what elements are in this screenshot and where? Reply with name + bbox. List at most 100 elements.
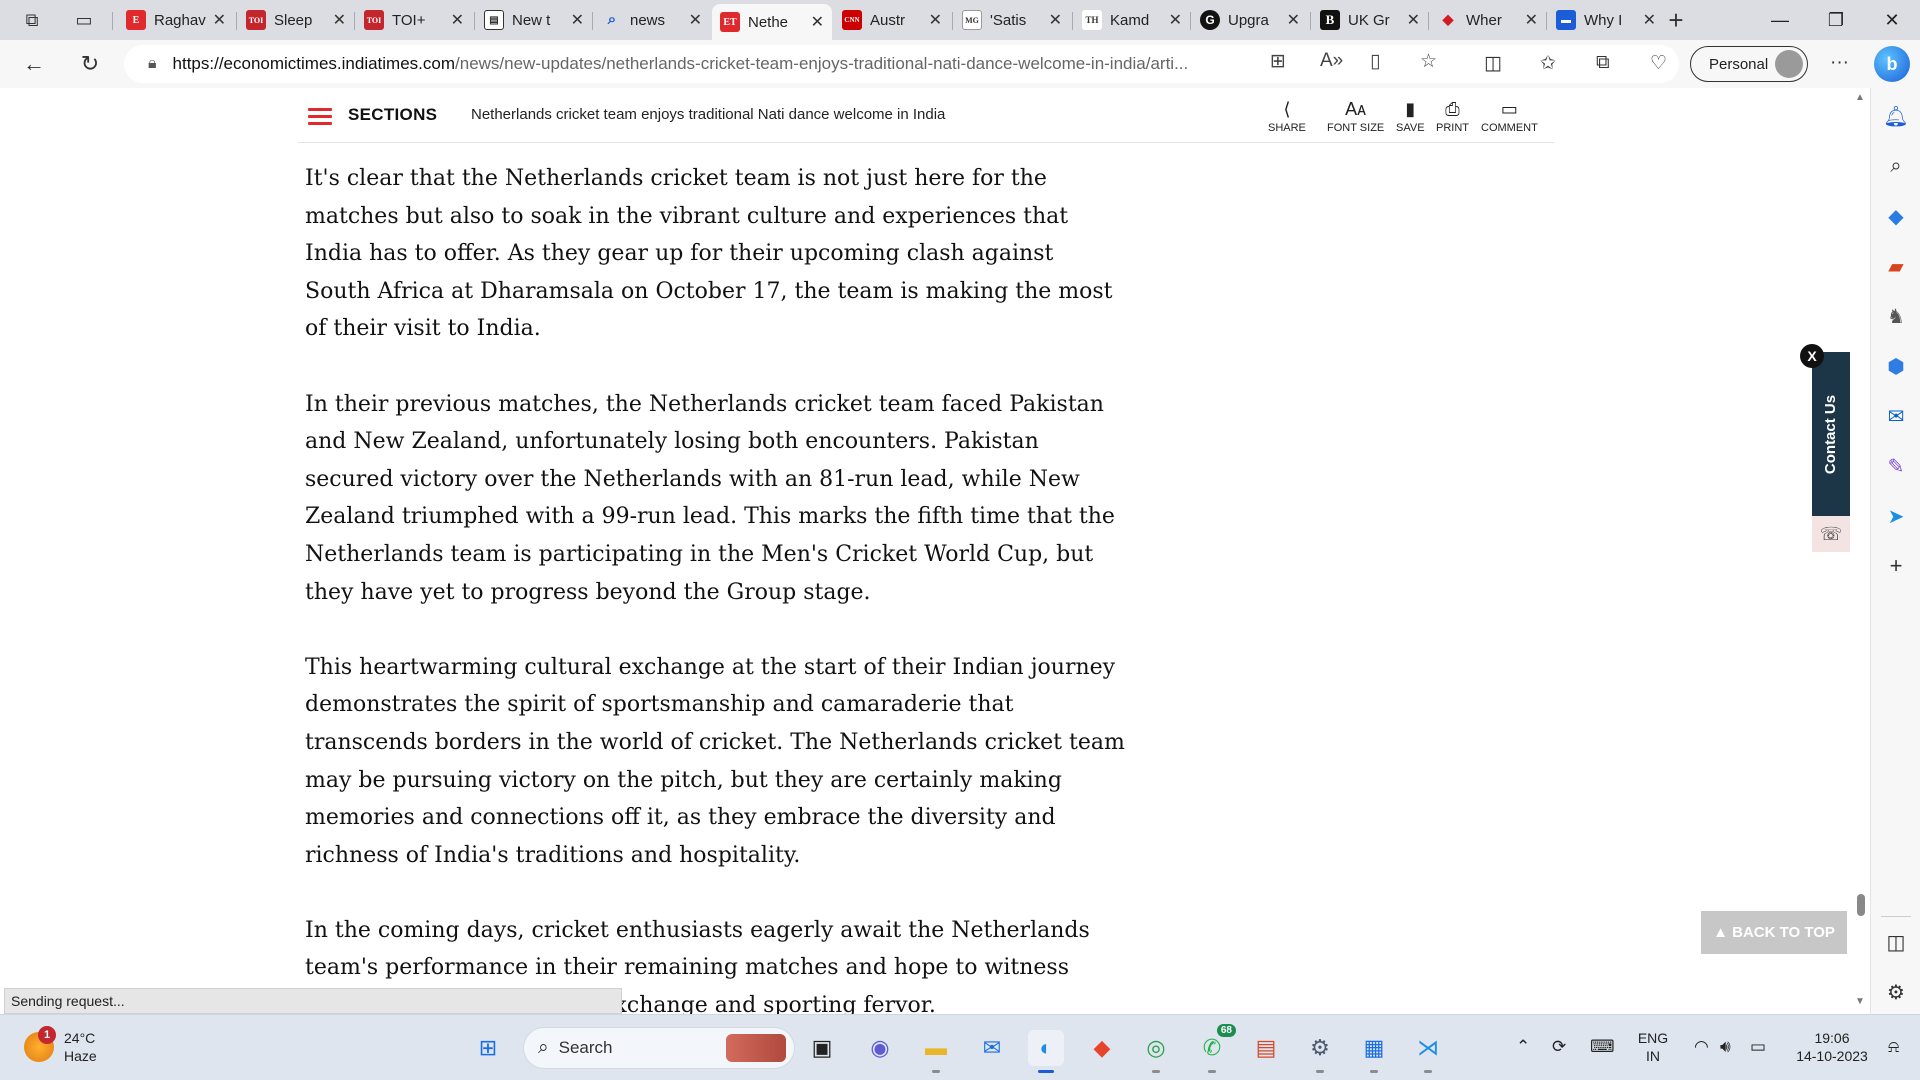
save-button[interactable]: ▮ SAVE: [1396, 98, 1425, 134]
notification-center-icon[interactable]: ⍾: [1888, 1037, 1899, 1057]
tab-3[interactable]: ▤ New t ✕: [476, 4, 592, 36]
new-tab-icon[interactable]: +: [1660, 4, 1692, 36]
tab-close-icon[interactable]: ✕: [1525, 10, 1538, 30]
shopping-tag-icon[interactable]: ◆: [1871, 196, 1920, 236]
notifications-bell-icon[interactable]: 🔔︎: [1871, 96, 1920, 136]
tools-briefcase-icon[interactable]: ▰: [1871, 246, 1920, 286]
settings-gear-icon[interactable]: ⚙: [1871, 972, 1920, 1012]
keyboard-icon[interactable]: ⌨: [1590, 1037, 1615, 1057]
task-view-icon[interactable]: ▣: [804, 1030, 840, 1066]
microsoft-365-icon[interactable]: ⬢: [1871, 346, 1920, 386]
battery-icon[interactable]: ▭: [1750, 1037, 1766, 1057]
tab-actions-icon[interactable]: ▭: [66, 4, 102, 36]
refresh-icon[interactable]: ↻: [72, 48, 108, 80]
tab-close-icon[interactable]: ✕: [811, 12, 824, 32]
favorites-icon[interactable]: ✩: [1540, 52, 1556, 75]
file-explorer-icon[interactable]: ▬: [918, 1030, 954, 1073]
mail-icon[interactable]: ✉: [974, 1030, 1010, 1066]
tab-1[interactable]: TOI Sleep ✕: [238, 4, 354, 36]
menu-icon[interactable]: [308, 108, 332, 126]
article-paragraph: This heartwarming cultural exchange at t…: [305, 654, 1125, 868]
contact-close-button[interactable]: X: [1800, 344, 1824, 368]
scroll-up-icon[interactable]: ▲: [1855, 92, 1865, 103]
close-window-icon[interactable]: ✕: [1864, 0, 1920, 40]
collections-icon[interactable]: ⧉: [1596, 52, 1610, 74]
pdf-reader-icon[interactable]: ▤: [1248, 1030, 1284, 1066]
page-scrollbar[interactable]: ▲ ▼: [1850, 88, 1870, 1014]
split-screen-icon[interactable]: ◫: [1484, 52, 1502, 75]
tab-active[interactable]: ET Nethe ✕: [712, 4, 832, 40]
tab-strip: ⧉ ▭ E Raghav ✕ TOI Sleep ✕ TOI TOI+ ✕ ▤ …: [0, 0, 1920, 40]
start-windows-icon[interactable]: ⊞: [470, 1030, 506, 1066]
tab-4[interactable]: ⌕ news ✕: [594, 4, 710, 36]
edge-browser-icon[interactable]: ◐: [1028, 1030, 1064, 1073]
profile-button[interactable]: Personal: [1690, 46, 1808, 82]
headset-icon[interactable]: ☏: [1812, 516, 1850, 552]
tab-close-icon[interactable]: ✕: [689, 10, 702, 30]
address-bar[interactable]: 🔒︎ https://economictimes.indiatimes.com /…: [124, 45, 1679, 83]
tab-6[interactable]: CNN Austr ✕: [834, 4, 950, 36]
tab-0[interactable]: E Raghav ✕: [118, 4, 234, 36]
read-aloud-icon[interactable]: A»: [1320, 50, 1343, 72]
tab-close-icon[interactable]: ✕: [929, 10, 942, 30]
tab-8[interactable]: TH Kamd ✕: [1074, 4, 1190, 36]
weather-widget[interactable]: 1 24°C Haze: [24, 1026, 97, 1065]
search-icon[interactable]: ⌕: [1871, 146, 1920, 186]
sync-icon[interactable]: ⟳: [1552, 1037, 1566, 1057]
tab-11[interactable]: ◆ Wher ✕: [1430, 4, 1546, 36]
tab-9[interactable]: G Upgra ✕: [1192, 4, 1308, 36]
more-menu-icon[interactable]: ···: [1830, 52, 1849, 74]
add-sidebar-app-icon[interactable]: +: [1871, 546, 1920, 586]
tab-close-icon[interactable]: ✕: [1169, 10, 1182, 30]
tab-2[interactable]: TOI TOI+ ✕: [356, 4, 472, 36]
settings-gear-icon[interactable]: ⚙: [1302, 1030, 1338, 1073]
tab-7[interactable]: MG 'Satis ✕: [954, 4, 1070, 36]
clock[interactable]: 19:06 14-10-2023: [1782, 1029, 1882, 1065]
tab-close-icon[interactable]: ✕: [1049, 10, 1062, 30]
whatsapp-icon[interactable]: ✆ 68: [1194, 1024, 1236, 1073]
language-indicator[interactable]: ENG IN: [1636, 1029, 1670, 1065]
copilot-icon[interactable]: b: [1874, 46, 1910, 82]
share-button[interactable]: ⟨ SHARE: [1268, 98, 1306, 134]
back-icon[interactable]: ←: [16, 48, 52, 80]
vscode-icon[interactable]: ⋊: [1410, 1030, 1446, 1073]
office-icon[interactable]: ◆: [1084, 1030, 1120, 1066]
designer-icon[interactable]: ✎: [1871, 446, 1920, 486]
print-button[interactable]: ⎙ PRINT: [1436, 98, 1469, 134]
workspaces-icon[interactable]: ⧉: [14, 4, 50, 36]
tab-favicon-icon: ET: [720, 12, 740, 32]
tab-close-icon[interactable]: ✕: [1407, 10, 1420, 30]
tab-close-icon[interactable]: ✕: [1643, 10, 1656, 30]
tab-close-icon[interactable]: ✕: [1287, 10, 1300, 30]
tab-close-icon[interactable]: ✕: [213, 10, 226, 30]
chrome-icon[interactable]: ◎: [1138, 1030, 1174, 1073]
teams-chat-icon[interactable]: ◉: [862, 1030, 898, 1066]
scroll-thumb[interactable]: [1857, 894, 1865, 916]
contact-us-button[interactable]: Contact Us: [1812, 352, 1850, 516]
tab-close-icon[interactable]: ✕: [333, 10, 346, 30]
browser-essentials-icon[interactable]: ♡: [1650, 52, 1667, 75]
outlook-icon[interactable]: ✉: [1871, 396, 1920, 436]
apps-icon[interactable]: ⊞: [1270, 50, 1286, 73]
sidebar-hide-icon[interactable]: ◫: [1871, 922, 1920, 962]
drop-send-icon[interactable]: ➤: [1871, 496, 1920, 536]
font-size-button[interactable]: Aᴀ FONT SIZE: [1327, 98, 1384, 134]
notepad-icon[interactable]: ▦: [1356, 1030, 1392, 1073]
restore-icon[interactable]: ❐: [1808, 0, 1864, 40]
sections-button[interactable]: SECTIONS: [348, 105, 437, 125]
comment-button[interactable]: ▭ COMMENT: [1481, 98, 1538, 134]
scroll-down-icon[interactable]: ▼: [1855, 996, 1865, 1007]
back-to-top-button[interactable]: ▲ BACK TO TOP: [1701, 911, 1847, 954]
minimize-icon[interactable]: —: [1752, 0, 1808, 40]
tab-close-icon[interactable]: ✕: [571, 10, 584, 30]
favorite-star-icon[interactable]: ☆: [1420, 50, 1437, 73]
tab-10[interactable]: B UK Gr ✕: [1312, 4, 1428, 36]
volume-icon[interactable]: 🔊︎: [1720, 1037, 1731, 1057]
tray-chevron-up-icon[interactable]: ⌃: [1516, 1037, 1530, 1057]
wifi-icon[interactable]: ◠: [1694, 1037, 1709, 1057]
tab-close-icon[interactable]: ✕: [451, 10, 464, 30]
games-icon[interactable]: ♞: [1871, 296, 1920, 336]
tab-12[interactable]: ▬ Why I ✕: [1548, 4, 1664, 36]
taskbar-search[interactable]: ⌕ Search: [523, 1027, 795, 1069]
immersive-reader-icon[interactable]: ▯: [1370, 50, 1380, 73]
